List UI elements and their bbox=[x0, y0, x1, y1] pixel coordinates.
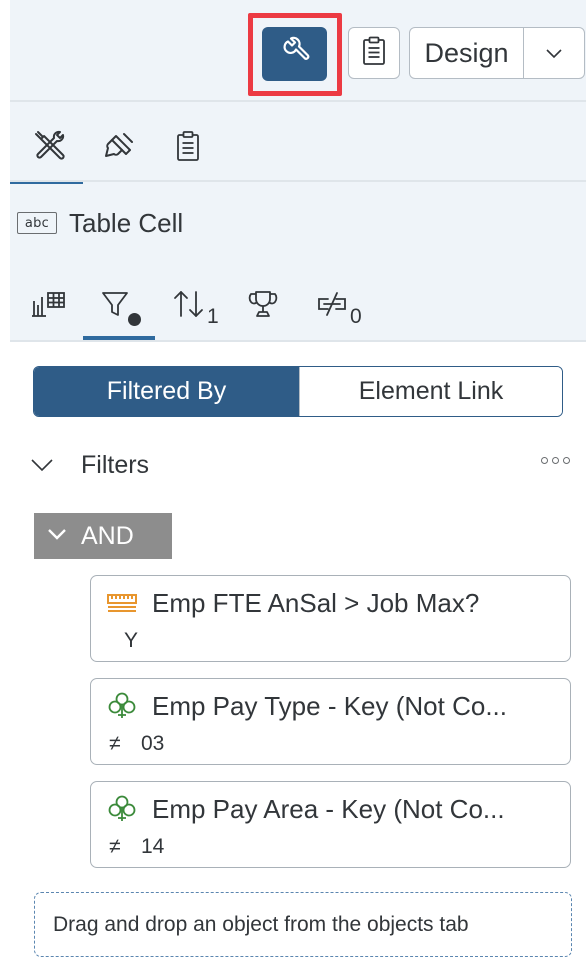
not-equal-icon: ≠ bbox=[109, 732, 121, 755]
chevron-down-icon[interactable] bbox=[524, 28, 584, 78]
selected-object: abc Table Cell bbox=[17, 203, 183, 243]
sort-count: 1 bbox=[207, 305, 219, 328]
filter-card[interactable]: Emp FTE AnSal > Job Max? Y bbox=[90, 575, 571, 662]
selected-object-label: Table Cell bbox=[69, 207, 184, 238]
bar-chart-table-icon bbox=[30, 289, 68, 324]
no-link-icon bbox=[315, 290, 349, 323]
filters-section-header: Filters bbox=[30, 443, 576, 487]
clipboard-icon bbox=[361, 36, 387, 71]
tab-links[interactable]: 0 bbox=[315, 278, 362, 334]
main-tabs bbox=[10, 115, 586, 185]
filter-label: Emp FTE AnSal > Job Max? bbox=[152, 587, 480, 618]
tab-ranking[interactable] bbox=[247, 278, 279, 334]
chevron-down-icon[interactable] bbox=[30, 458, 54, 472]
wrench-icon bbox=[279, 36, 311, 73]
filter-value: 03 bbox=[141, 732, 165, 755]
filter-mode-segmented: Filtered By Element Link bbox=[33, 366, 563, 417]
mode-select[interactable]: Design bbox=[409, 27, 585, 79]
mode-select-value: Design bbox=[410, 28, 524, 78]
segment-element-link[interactable]: Element Link bbox=[299, 367, 562, 416]
more-options-icon[interactable] bbox=[537, 453, 574, 468]
tab-sort[interactable]: 1 bbox=[172, 278, 219, 334]
links-count: 0 bbox=[350, 305, 362, 328]
filter-active-dot bbox=[128, 312, 141, 326]
tab-data[interactable] bbox=[30, 278, 68, 334]
segment-filtered-by[interactable]: Filtered By bbox=[34, 367, 299, 416]
and-group-toggle[interactable]: AND bbox=[34, 513, 172, 559]
abc-icon: abc bbox=[17, 212, 57, 234]
filter-value: Y bbox=[124, 629, 139, 652]
filter-icon bbox=[100, 289, 130, 324]
filter-label: Emp Pay Area - Key (Not Co... bbox=[152, 793, 505, 824]
divider bbox=[10, 180, 586, 182]
divider bbox=[10, 100, 586, 102]
paint-brush-icon bbox=[102, 128, 138, 169]
tools-icon bbox=[32, 128, 68, 169]
filter-label: Emp Pay Type - Key (Not Co... bbox=[152, 690, 507, 721]
chevron-down-icon bbox=[47, 527, 67, 545]
trophy-icon bbox=[247, 289, 279, 324]
filter-card[interactable]: Emp Pay Type - Key (Not Co... ≠ 03 bbox=[90, 678, 571, 765]
clipboard-icon bbox=[175, 130, 201, 167]
and-group-label: AND bbox=[81, 521, 134, 550]
tab-filters[interactable] bbox=[100, 278, 141, 334]
filter-value: 14 bbox=[141, 835, 165, 858]
divider bbox=[10, 340, 586, 342]
ruler-measure-icon bbox=[106, 587, 138, 619]
filter-dropzone[interactable]: Drag and drop an object from the objects… bbox=[34, 892, 572, 957]
tools-button[interactable] bbox=[262, 27, 327, 81]
dimension-icon bbox=[106, 793, 138, 825]
sort-icon bbox=[172, 288, 206, 325]
dimension-icon bbox=[106, 690, 138, 722]
tab-notes[interactable] bbox=[158, 115, 218, 181]
filters-title: Filters bbox=[81, 450, 150, 479]
sub-tabs: 1 0 bbox=[10, 278, 586, 342]
filter-card[interactable]: Emp Pay Area - Key (Not Co... ≠ 14 bbox=[90, 781, 571, 868]
toolbar: Design bbox=[0, 0, 586, 100]
not-equal-icon: ≠ bbox=[109, 835, 121, 858]
tab-styling[interactable] bbox=[90, 115, 150, 181]
clipboard-button[interactable] bbox=[348, 27, 400, 79]
tab-builder[interactable] bbox=[20, 115, 80, 181]
